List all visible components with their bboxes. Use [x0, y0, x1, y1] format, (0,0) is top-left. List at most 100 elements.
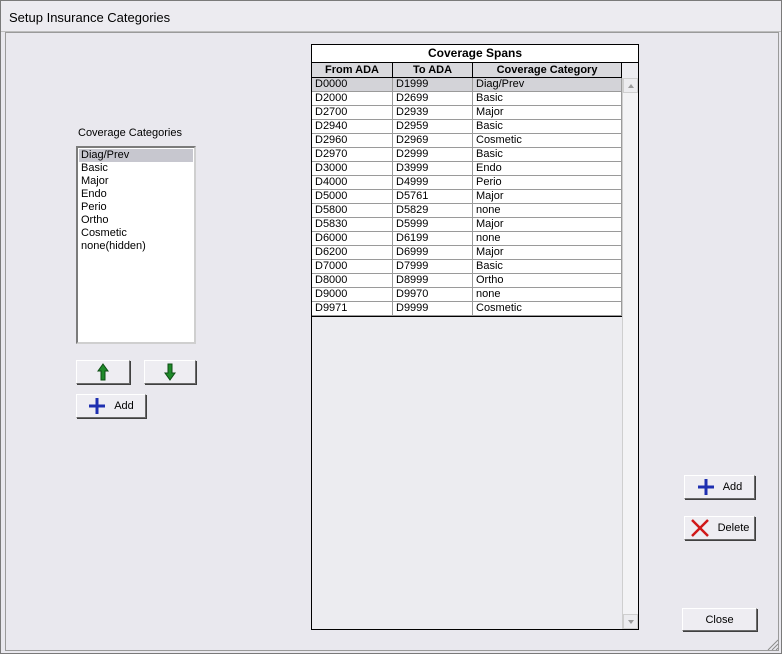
coverage-category-cell[interactable]: Major [473, 246, 622, 259]
to-ada-cell[interactable]: D5999 [393, 218, 473, 231]
table-row[interactable]: D6200 D6999 Major [312, 246, 622, 260]
table-row[interactable]: D9971 D9999 Cosmetic [312, 302, 622, 316]
coverage-categories-list[interactable]: Diag/Prev Basic Major Endo Perio Ortho Cosmeti… [76, 146, 196, 344]
from-ada-cell[interactable]: D7000 [312, 260, 393, 273]
table-row[interactable]: D6000 D6199 none [312, 232, 622, 246]
table-row[interactable]: D2970 D2999 Basic [312, 148, 622, 162]
to-ada-cell[interactable]: D6199 [393, 232, 473, 245]
column-header-to-ada[interactable]: To ADA [393, 63, 473, 77]
table-row[interactable]: D4000 D4999 Perio [312, 176, 622, 190]
coverage-category-cell[interactable]: Basic [473, 120, 622, 133]
category-list-item[interactable]: Diag/Prev [79, 149, 193, 162]
from-ada-cell[interactable]: D4000 [312, 176, 393, 189]
table-row[interactable]: D5830 D5999 Major [312, 218, 622, 232]
column-header-from-ada[interactable]: From ADA [312, 63, 393, 77]
table-row[interactable]: D2940 D2959 Basic [312, 120, 622, 134]
category-list-item[interactable]: Ortho [79, 214, 193, 227]
to-ada-cell[interactable]: D2999 [393, 148, 473, 161]
coverage-category-cell[interactable]: Basic [473, 92, 622, 105]
table-row[interactable]: D5000 D5761 Major [312, 190, 622, 204]
scroll-up-button[interactable] [623, 78, 638, 93]
to-ada-cell[interactable]: D1999 [393, 78, 473, 91]
move-up-button[interactable] [76, 360, 130, 384]
delete-span-button[interactable]: Delete [684, 516, 755, 540]
coverage-category-cell[interactable]: none [473, 204, 622, 217]
coverage-category-cell[interactable]: Basic [473, 260, 622, 273]
to-ada-cell[interactable]: D2959 [393, 120, 473, 133]
table-row[interactable]: D8000 D8999 Ortho [312, 274, 622, 288]
table-row[interactable]: D9000 D9970 none [312, 288, 622, 302]
column-header-coverage-category[interactable]: Coverage Category [473, 63, 622, 77]
delete-x-icon [690, 519, 709, 537]
from-ada-cell[interactable]: D5830 [312, 218, 393, 231]
from-ada-cell[interactable]: D3000 [312, 162, 393, 175]
to-ada-cell[interactable]: D2939 [393, 106, 473, 119]
add-span-label: Add [722, 481, 743, 493]
coverage-category-cell[interactable]: Diag/Prev [473, 78, 622, 91]
table-row[interactable]: D0000 D1999 Diag/Prev [312, 78, 622, 92]
table-row[interactable]: D2000 D2699 Basic [312, 92, 622, 106]
category-list-item[interactable]: Endo [79, 188, 193, 201]
category-list-item[interactable]: Perio [79, 201, 193, 214]
from-ada-cell[interactable]: D9971 [312, 302, 393, 315]
coverage-category-cell[interactable]: Major [473, 106, 622, 119]
from-ada-cell[interactable]: D2000 [312, 92, 393, 105]
from-ada-cell[interactable]: D2970 [312, 148, 393, 161]
coverage-category-cell[interactable]: Perio [473, 176, 622, 189]
scroll-up-icon [627, 83, 634, 88]
move-down-button[interactable] [144, 360, 196, 384]
coverage-spans-grid[interactable]: Coverage Spans From ADA To ADA Coverage … [311, 44, 639, 630]
from-ada-cell[interactable]: D6000 [312, 232, 393, 245]
coverage-category-cell[interactable]: Cosmetic [473, 134, 622, 147]
from-ada-cell[interactable]: D0000 [312, 78, 393, 91]
category-list-item[interactable]: none(hidden) [79, 240, 193, 253]
coverage-category-cell[interactable]: none [473, 288, 622, 301]
to-ada-cell[interactable]: D9999 [393, 302, 473, 315]
table-row[interactable]: D7000 D7999 Basic [312, 260, 622, 274]
grid-rows-end-line [312, 316, 622, 317]
table-row[interactable]: D3000 D3999 Endo [312, 162, 622, 176]
to-ada-cell[interactable]: D8999 [393, 274, 473, 287]
title-bar[interactable]: Setup Insurance Categories [1, 1, 781, 32]
to-ada-cell[interactable]: D5761 [393, 190, 473, 203]
table-row[interactable]: D2700 D2939 Major [312, 106, 622, 120]
category-list-item[interactable]: Major [79, 175, 193, 188]
from-ada-cell[interactable]: D5000 [312, 190, 393, 203]
scroll-down-button[interactable] [623, 614, 638, 629]
category-list-item[interactable]: Cosmetic [79, 227, 193, 240]
from-ada-cell[interactable]: D9000 [312, 288, 393, 301]
vertical-scrollbar[interactable] [622, 78, 638, 629]
from-ada-cell[interactable]: D5800 [312, 204, 393, 217]
to-ada-cell[interactable]: D4999 [393, 176, 473, 189]
to-ada-cell[interactable]: D9970 [393, 288, 473, 301]
to-ada-cell[interactable]: D7999 [393, 260, 473, 273]
close-button[interactable]: Close [682, 608, 757, 631]
resize-grip-icon[interactable] [767, 639, 779, 651]
arrow-down-icon [164, 363, 176, 381]
to-ada-cell[interactable]: D3999 [393, 162, 473, 175]
coverage-category-cell[interactable]: Ortho [473, 274, 622, 287]
from-ada-cell[interactable]: D2940 [312, 120, 393, 133]
coverage-category-cell[interactable]: none [473, 232, 622, 245]
to-ada-cell[interactable]: D2699 [393, 92, 473, 105]
table-row[interactable]: D2960 D2969 Cosmetic [312, 134, 622, 148]
scroll-down-icon [627, 619, 634, 624]
table-row[interactable]: D5800 D5829 none [312, 204, 622, 218]
coverage-category-cell[interactable]: Cosmetic [473, 302, 622, 315]
arrow-up-icon [97, 363, 109, 381]
to-ada-cell[interactable]: D6999 [393, 246, 473, 259]
coverage-category-cell[interactable]: Basic [473, 148, 622, 161]
from-ada-cell[interactable]: D6200 [312, 246, 393, 259]
coverage-category-cell[interactable]: Endo [473, 162, 622, 175]
coverage-category-cell[interactable]: Major [473, 190, 622, 203]
plus-icon [89, 398, 106, 414]
add-category-button[interactable]: Add [76, 394, 146, 418]
to-ada-cell[interactable]: D5829 [393, 204, 473, 217]
coverage-category-cell[interactable]: Major [473, 218, 622, 231]
to-ada-cell[interactable]: D2969 [393, 134, 473, 147]
category-list-item[interactable]: Basic [79, 162, 193, 175]
from-ada-cell[interactable]: D2960 [312, 134, 393, 147]
from-ada-cell[interactable]: D2700 [312, 106, 393, 119]
add-span-button[interactable]: Add [684, 475, 755, 499]
from-ada-cell[interactable]: D8000 [312, 274, 393, 287]
